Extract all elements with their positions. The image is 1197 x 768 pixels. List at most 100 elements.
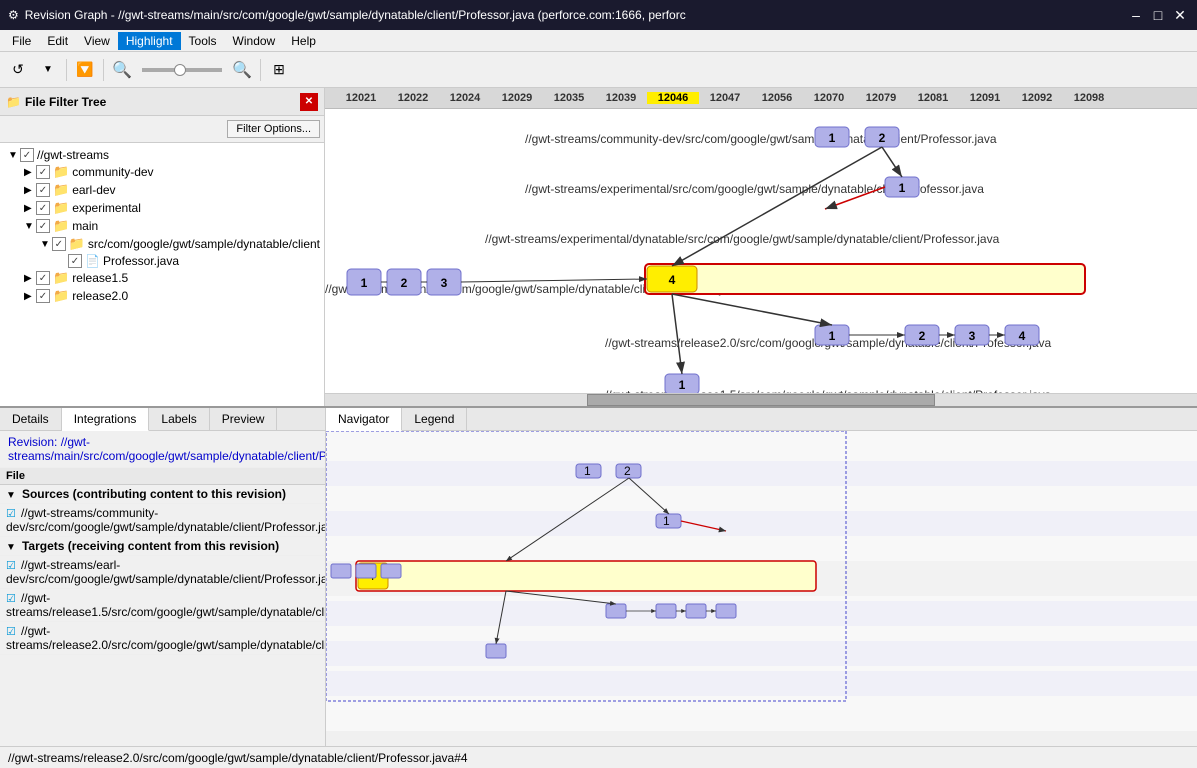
source-icon-community: ☑: [6, 508, 16, 520]
target-icon-release20: ☑: [6, 626, 16, 638]
folder-icon-main: 📁: [53, 218, 69, 234]
right-panel: 12021 12022 12024 12029 12035 12039 1204…: [325, 88, 1197, 406]
target-item-earl[interactable]: ☑ //gwt-streams/earl-dev/src/com/google/…: [0, 556, 325, 589]
zoom-out-button[interactable]: 🔍: [108, 56, 136, 84]
filter-button[interactable]: 🔽: [71, 56, 99, 84]
menu-help[interactable]: Help: [283, 32, 324, 50]
tree-checkbox-community[interactable]: ✓: [36, 165, 50, 179]
window-controls: – □ ✕: [1127, 6, 1189, 24]
tree-arrow-earl: ▶: [24, 185, 36, 196]
rev-12022: 12022: [387, 92, 439, 104]
status-bar: //gwt-streams/release2.0/src/com/google/…: [0, 746, 1197, 768]
tree-item-community-dev[interactable]: ▶ ✓ 📁 community-dev: [0, 163, 324, 181]
integrations-content: Revision: //gwt-streams/main/src/com/goo…: [0, 431, 325, 741]
maximize-button[interactable]: □: [1149, 6, 1167, 24]
rev-12056: 12056: [751, 92, 803, 104]
file-header: File: [0, 468, 325, 485]
toolbar-separator-2: [103, 59, 104, 81]
svg-text:1: 1: [899, 181, 906, 195]
toolbar-separator-3: [260, 59, 261, 81]
tree-item-professor[interactable]: ▶ ✓ 📄 Professor.java: [0, 253, 324, 269]
tab-preview[interactable]: Preview: [210, 408, 278, 430]
tab-details[interactable]: Details: [0, 408, 62, 430]
tree-item-main[interactable]: ▼ ✓ 📁 main: [0, 217, 324, 235]
tab-legend[interactable]: Legend: [402, 408, 467, 430]
menu-window[interactable]: Window: [225, 32, 284, 50]
close-window-button[interactable]: ✕: [1171, 6, 1189, 24]
close-panel-button[interactable]: ✕: [300, 93, 318, 111]
svg-text:4: 4: [1019, 329, 1026, 343]
select-button[interactable]: ⊞: [265, 56, 293, 84]
tree-item-experimental[interactable]: ▶ ✓ 📁 experimental: [0, 199, 324, 217]
tree-item-root[interactable]: ▼ ✓ //gwt-streams: [0, 147, 324, 163]
tree-item-release15[interactable]: ▶ ✓ 📁 release1.5: [0, 269, 324, 287]
revision-label: Revision:: [8, 435, 61, 449]
menu-tools[interactable]: Tools: [181, 32, 225, 50]
file-filter-tree-header: 📁 File Filter Tree ✕: [0, 88, 324, 116]
zoom-in-button[interactable]: 🔍: [228, 56, 256, 84]
tree-checkbox-earl[interactable]: ✓: [36, 183, 50, 197]
tab-integrations[interactable]: Integrations: [62, 408, 150, 431]
dropdown-button[interactable]: ▼: [34, 56, 62, 84]
file-tree: ▼ ✓ //gwt-streams ▶ ✓ 📁 community-dev ▶ …: [0, 143, 324, 406]
tree-label-professor: Professor.java: [103, 254, 179, 268]
tree-checkbox-release15[interactable]: ✓: [36, 271, 50, 285]
minimize-button[interactable]: –: [1127, 6, 1145, 24]
rev-12070: 12070: [803, 92, 855, 104]
refresh-button[interactable]: ↺: [4, 56, 32, 84]
navigator-content[interactable]: 1 2 1 4: [326, 431, 1197, 731]
menu-highlight[interactable]: Highlight: [118, 32, 181, 50]
svg-text:1: 1: [663, 514, 670, 528]
tree-checkbox-main[interactable]: ✓: [36, 219, 50, 233]
tree-item-earl-dev[interactable]: ▶ ✓ 📁 earl-dev: [0, 181, 324, 199]
target-file-earl: //gwt-streams/earl-dev/src/com/google/gw…: [6, 558, 325, 586]
sources-arrow: ▼: [6, 490, 16, 501]
arrow-main-to-r15: [672, 294, 682, 374]
tab-labels[interactable]: Labels: [149, 408, 209, 430]
tree-checkbox-professor[interactable]: ✓: [68, 254, 82, 268]
graph-scrollbar-thumb[interactable]: [587, 394, 936, 406]
navigator-tab-bar: Navigator Legend: [326, 408, 1197, 431]
source-item-community[interactable]: ☑ //gwt-streams/community-dev/src/com/go…: [0, 504, 325, 537]
tree-label-src: src/com/google/gwt/sample/dynatable/clie…: [88, 237, 320, 251]
folder-icon-community: 📁: [53, 164, 69, 180]
tab-navigator[interactable]: Navigator: [326, 408, 402, 431]
integrations-table: File Revision Action ▼ Sources (contribu…: [0, 468, 325, 655]
menu-edit[interactable]: Edit: [39, 32, 76, 50]
menu-file[interactable]: File: [4, 32, 39, 50]
tree-checkbox-release20[interactable]: ✓: [36, 289, 50, 303]
tree-checkbox-root[interactable]: ✓: [20, 148, 34, 162]
folder-icon-experimental: 📁: [53, 200, 69, 216]
filter-options-button[interactable]: Filter Options...: [227, 120, 320, 138]
arrow-community-to-main: [672, 147, 882, 266]
left-panel: 📁 File Filter Tree ✕ Filter Options... ▼…: [0, 88, 325, 406]
tree-arrow-main: ▼: [24, 221, 36, 232]
bottom-area: Details Integrations Labels Preview Revi…: [0, 406, 1197, 746]
svg-text:1: 1: [829, 131, 836, 145]
svg-text:2: 2: [879, 131, 886, 145]
folder-icon-earl: 📁: [53, 182, 69, 198]
menu-view[interactable]: View: [76, 32, 118, 50]
rev-12091: 12091: [959, 92, 1011, 104]
zoom-slider[interactable]: [142, 68, 222, 72]
graph-content[interactable]: //gwt-streams/community-dev/src/com/goog…: [325, 109, 1197, 392]
rev-12035: 12035: [543, 92, 595, 104]
sources-header-row: ▼ Sources (contributing content to this …: [0, 485, 325, 504]
folder-icon-release20: 📁: [53, 288, 69, 304]
tree-checkbox-experimental[interactable]: ✓: [36, 201, 50, 215]
file-filter-tree-title: File Filter Tree: [25, 95, 300, 109]
rev-12092: 12092: [1011, 92, 1063, 104]
tree-arrow-release15: ▶: [24, 273, 36, 284]
graph-scrollbar[interactable]: [325, 393, 1197, 406]
path-label-experimental2: //gwt-streams/experimental/dynatable/src…: [485, 232, 1000, 246]
target-item-release15[interactable]: ☑ //gwt-streams/release1.5/src/com/googl…: [0, 589, 325, 622]
target-item-release20[interactable]: ☑ //gwt-streams/release2.0/src/com/googl…: [0, 622, 325, 655]
tree-item-src[interactable]: ▼ ✓ 📁 src/com/google/gwt/sample/dynatabl…: [0, 235, 324, 253]
tree-label-community: community-dev: [72, 165, 153, 179]
tree-checkbox-src[interactable]: ✓: [52, 237, 66, 251]
tree-label-earl: earl-dev: [72, 183, 115, 197]
rev-12098: 12098: [1063, 92, 1115, 104]
app-icon: ⚙: [8, 8, 19, 22]
svg-text:3: 3: [441, 276, 448, 290]
tree-item-release20[interactable]: ▶ ✓ 📁 release2.0: [0, 287, 324, 305]
